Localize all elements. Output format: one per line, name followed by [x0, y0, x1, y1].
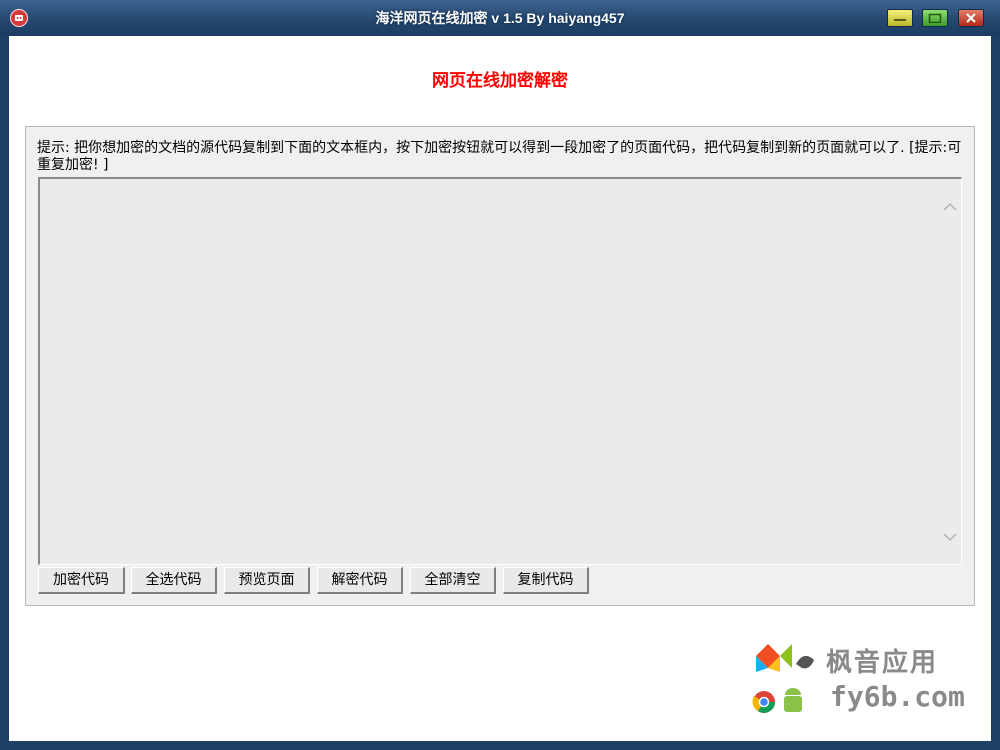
watermark-brand: 枫音应用 [826, 648, 939, 678]
minimize-button[interactable] [887, 9, 913, 27]
close-button[interactable] [958, 9, 984, 27]
maximize-icon [928, 13, 942, 23]
hint-text: 提示: 把你想加密的文档的源代码复制到下面的文本框内，按下加密按钮就可以得到一段… [37, 140, 962, 173]
decrypt-button[interactable]: 解密代码 [317, 567, 403, 594]
page-heading: 网页在线加密解密 [432, 71, 568, 91]
select-all-button[interactable]: 全选代码 [131, 567, 217, 594]
watermark-url: fy6b.com [830, 680, 965, 713]
scroll-up-icon[interactable] [940, 199, 960, 215]
scroll-down-icon[interactable] [940, 529, 960, 545]
client-area: 网页在线加密解密 提示: 把你想加密的文档的源代码复制到下面的文本框内，按下加密… [9, 36, 991, 741]
app-window: 海洋网页在线加密 v 1.5 By haiyang457 网页在线加密解密 提示… [0, 0, 1000, 750]
watermark-logo-icon [752, 644, 814, 713]
clear-all-button[interactable]: 全部清空 [410, 567, 496, 594]
encrypt-button[interactable]: 加密代码 [38, 567, 125, 594]
preview-button[interactable]: 预览页面 [224, 567, 310, 594]
window-title: 海洋网页在线加密 v 1.5 By haiyang457 [375, 10, 625, 26]
encrypt-panel: 提示: 把你想加密的文档的源代码复制到下面的文本框内，按下加密按钮就可以得到一段… [25, 126, 975, 606]
minimize-icon [894, 19, 906, 21]
maximize-button[interactable] [922, 9, 948, 27]
code-textarea[interactable] [38, 177, 962, 565]
watermark: 枫音应用 fy6b.com [750, 640, 970, 720]
close-icon [966, 13, 976, 23]
copy-code-button[interactable]: 复制代码 [503, 567, 589, 594]
title-bar[interactable]: 海洋网页在线加密 v 1.5 By haiyang457 [0, 0, 1000, 36]
